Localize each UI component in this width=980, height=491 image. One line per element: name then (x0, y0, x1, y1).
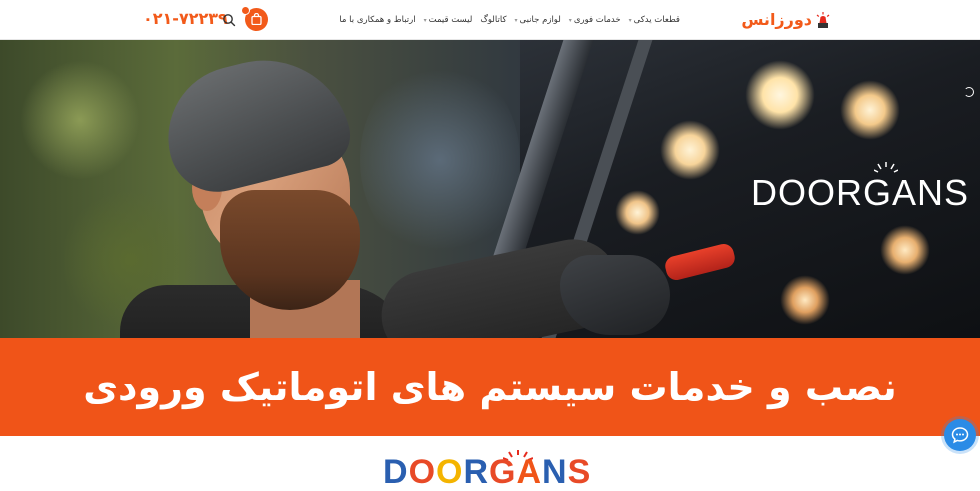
footer-logo-letter: N (542, 453, 568, 491)
nav-item-4[interactable]: لیست قیمت ▾ (424, 15, 473, 25)
light-bulb (745, 60, 815, 130)
site-logo[interactable]: دورزانس (741, 10, 830, 30)
footer-logo-letter: R (463, 453, 490, 491)
light-bulb (660, 120, 720, 180)
nav-item-label: کاتالوگ (480, 15, 507, 25)
hero-brand-logo: DOORGANS (751, 172, 970, 213)
footer-logo-letter: A (516, 453, 543, 491)
banner-title: نصب و خدمات سیستم های اتوماتیک ورودی (83, 365, 897, 409)
cart-count-badge (241, 6, 250, 15)
background-bokeh (20, 60, 140, 180)
footer-brand-logo: DOORGANS (383, 455, 591, 489)
light-bulb (780, 275, 830, 325)
siren-logo-icon (816, 11, 830, 28)
hero-image: DOORGANS (0, 40, 980, 338)
footer-logo-letter: S (567, 453, 592, 491)
chevron-down-icon: ▾ (628, 16, 632, 24)
footer-logo-letter: O (436, 453, 464, 491)
nav-item-0[interactable]: قطعات یدکی ▾ (629, 15, 680, 25)
chevron-down-icon: ▾ (423, 16, 427, 24)
main-nav: قطعات یدکی ▾ خدمات فوری ▾ لوازم جانبی ▾ کاتالو… (331, 0, 680, 40)
background-bokeh (360, 60, 520, 260)
loading-spinner-icon (964, 87, 974, 97)
nav-item-1[interactable]: خدمات فوری ▾ (569, 15, 621, 25)
title-banner: نصب و خدمات سیستم های اتوماتیک ورودی (0, 338, 980, 436)
site-header: ۰۲۱-۷۲۲۳۹ قطعات یدکی ▾ خدمات فوری ▾ لوازم جا… (0, 0, 980, 40)
light-bulb (840, 80, 900, 140)
footer-logo-letter: O (408, 453, 437, 491)
logo-text: دورزانس (741, 10, 812, 29)
nav-item-label: لیست قیمت (428, 15, 473, 25)
chat-bubble-icon (951, 427, 969, 444)
nav-item-2[interactable]: لوازم جانبی ▾ (515, 15, 561, 25)
nav-item-label: خدمات فوری (573, 15, 621, 25)
nav-item-3[interactable]: کاتالوگ (480, 15, 506, 25)
nav-item-label: لوازم جانبی (519, 15, 561, 25)
light-bulb (880, 225, 930, 275)
shopping-bag-icon (251, 13, 262, 25)
nav-item-label: قطعات یدکی (633, 15, 680, 25)
footer-logo-letter: D (383, 453, 409, 491)
chevron-down-icon: ▾ (568, 16, 572, 24)
chat-button[interactable] (944, 419, 976, 451)
light-bulb (615, 190, 660, 235)
phone-number[interactable]: ۰۲۱-۷۲۲۳۹ (143, 9, 228, 29)
nav-item-5[interactable]: ارتباط و همکاری با ما (339, 15, 415, 25)
chevron-down-icon: ▾ (514, 16, 518, 24)
search-icon[interactable] (222, 13, 236, 27)
footer-logo-letter: G (489, 453, 517, 491)
nav-item-label: ارتباط و همکاری با ما (339, 15, 416, 25)
